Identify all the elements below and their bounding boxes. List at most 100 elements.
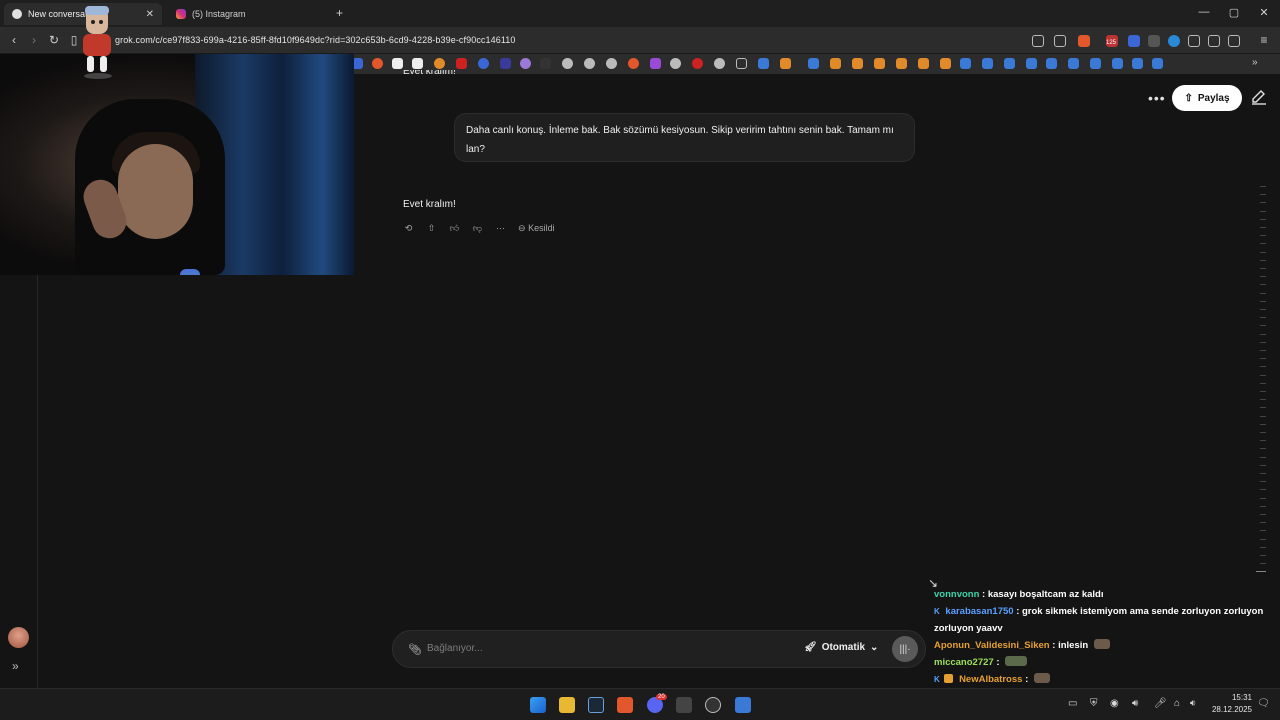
tab-close-icon[interactable]: ✕ (146, 9, 154, 20)
scroll-marker[interactable] (1260, 227, 1266, 228)
clock-time[interactable]: 15:31 (1212, 693, 1252, 702)
scroll-marker[interactable] (1260, 268, 1266, 269)
scroll-marker[interactable] (1260, 530, 1266, 532)
scroll-marker[interactable] (1260, 497, 1266, 499)
address-bar[interactable]: grok.com/c/ce97f833-699a-4216-85ff-8fd10… (115, 35, 516, 45)
security-icon[interactable]: ⛨ (1090, 698, 1098, 709)
network-icon[interactable]: ⌂ (1174, 698, 1180, 709)
extension-icon[interactable] (1188, 35, 1200, 47)
composer-input[interactable]: Bağlanıyor... (427, 643, 483, 654)
close-window-button[interactable]: ✕ (1252, 6, 1276, 19)
steam-bookmark-icon[interactable] (1090, 58, 1101, 69)
scroll-marker[interactable] (1260, 415, 1266, 417)
steam-bookmark-icon[interactable] (1152, 58, 1163, 69)
steam-bookmark-icon[interactable] (1004, 58, 1015, 69)
scroll-marker[interactable] (1260, 391, 1266, 392)
bookmark-icon[interactable] (456, 58, 467, 69)
scroll-marker[interactable] (1260, 473, 1266, 474)
bookmark-icon[interactable] (896, 58, 907, 69)
new-chat-icon[interactable] (1250, 88, 1268, 106)
scroll-marker[interactable] (1260, 341, 1266, 343)
new-tab-button[interactable]: + (336, 6, 343, 20)
steam-bookmark-icon[interactable] (982, 58, 993, 69)
more-icon[interactable]: ··· (495, 223, 506, 233)
restore-button[interactable]: ▢ (1222, 6, 1246, 19)
mode-select[interactable]: 🚀︎ Otomatik ⌄ (804, 642, 878, 653)
bookmark-icon[interactable] (628, 58, 639, 69)
extension-icon[interactable] (1168, 35, 1180, 47)
volume-icon[interactable]: 🔉︎ (1190, 698, 1196, 709)
scroll-marker[interactable] (1260, 350, 1266, 351)
expand-sidebar-icon[interactable]: » (12, 659, 19, 673)
bookmark-icon[interactable] (830, 58, 841, 69)
scroll-marker[interactable] (1260, 309, 1266, 310)
scroll-marker[interactable] (1260, 522, 1266, 524)
scroll-marker[interactable] (1260, 374, 1266, 376)
steam-bookmark-icon[interactable] (758, 58, 769, 69)
cast-icon[interactable] (1032, 35, 1044, 47)
bookmark-icon[interactable] (780, 58, 791, 69)
conversation-scroll-markers[interactable] (1254, 186, 1266, 581)
app-icon[interactable] (676, 697, 692, 713)
start-icon[interactable] (530, 697, 546, 713)
bookmark-icon[interactable] (714, 58, 725, 69)
scroll-marker[interactable] (1260, 464, 1266, 466)
bookmark-icon[interactable] (372, 58, 383, 69)
scroll-marker[interactable] (1256, 571, 1266, 573)
scroll-marker[interactable] (1260, 448, 1266, 450)
scroll-marker[interactable] (1260, 481, 1266, 483)
app-icon[interactable] (735, 697, 751, 713)
steam-bookmark-icon[interactable] (1026, 58, 1037, 69)
scroll-marker[interactable] (1260, 555, 1266, 556)
scroll-marker[interactable] (1260, 284, 1266, 286)
obs-icon[interactable] (705, 697, 721, 713)
scroll-marker[interactable] (1260, 202, 1266, 204)
steam-bookmark-icon[interactable] (808, 58, 819, 69)
scroll-marker[interactable] (1260, 546, 1266, 548)
scroll-marker[interactable] (1260, 456, 1266, 458)
scroll-marker[interactable] (1260, 243, 1266, 245)
scroll-marker[interactable] (1260, 423, 1266, 425)
scroll-marker[interactable] (1260, 489, 1266, 491)
scroll-marker[interactable] (1260, 194, 1266, 196)
more-bookmarks-icon[interactable]: » (1252, 57, 1258, 68)
reload-icon[interactable]: ↻ (46, 33, 62, 47)
avatar[interactable] (8, 627, 29, 648)
steam-bookmark-icon[interactable] (1046, 58, 1057, 69)
thumbs-up-icon[interactable]: 👍︎ (449, 223, 460, 234)
menu-icon[interactable]: ≡ (1256, 33, 1272, 47)
thumbs-down-icon[interactable]: 👎︎ (472, 223, 483, 234)
notification-icon[interactable]: 🗨︎ (1257, 698, 1270, 709)
bookmark-icon[interactable] (478, 58, 489, 69)
puzzle-icon[interactable] (1208, 35, 1220, 47)
brave-shield-icon[interactable] (1078, 35, 1090, 47)
share-icon[interactable]: ⇧ (426, 223, 437, 234)
scroll-marker[interactable] (1260, 210, 1266, 212)
bookmark-icon[interactable] (392, 58, 403, 69)
scroll-marker[interactable] (1260, 407, 1266, 409)
bookmark-icon[interactable] (540, 58, 551, 69)
scroll-marker[interactable] (1260, 251, 1266, 253)
scroll-marker[interactable] (1260, 382, 1266, 384)
extension-icon[interactable] (1148, 35, 1160, 47)
scroll-marker[interactable] (1260, 300, 1266, 302)
battery-icon[interactable]: ▭ (1068, 698, 1077, 709)
share-button[interactable]: ⇧ Paylaş (1172, 85, 1242, 111)
tab-instagram[interactable]: (5) Instagram (168, 3, 330, 25)
regenerate-icon[interactable]: ⟲ (403, 223, 414, 234)
folder-icon[interactable] (736, 58, 747, 69)
bookmark-icon[interactable] (520, 58, 531, 69)
scroll-marker[interactable] (1260, 432, 1266, 433)
steam-bookmark-icon[interactable] (1132, 58, 1143, 69)
bookmark-icon[interactable] (940, 58, 951, 69)
bookmark-icon[interactable] (874, 58, 885, 69)
voice-mode-button[interactable]: |||· (892, 636, 918, 662)
scroll-marker[interactable] (1260, 399, 1266, 401)
scroll-marker[interactable] (1260, 440, 1266, 442)
scroll-marker[interactable] (1260, 505, 1266, 507)
more-options-icon[interactable]: ••• (1148, 90, 1166, 106)
steam-bookmark-icon[interactable] (1112, 58, 1123, 69)
speaker-icon[interactable]: 🔊︎ (1132, 698, 1138, 709)
bookmark-icon[interactable] (500, 58, 511, 69)
bookmark-icon[interactable] (606, 58, 617, 69)
